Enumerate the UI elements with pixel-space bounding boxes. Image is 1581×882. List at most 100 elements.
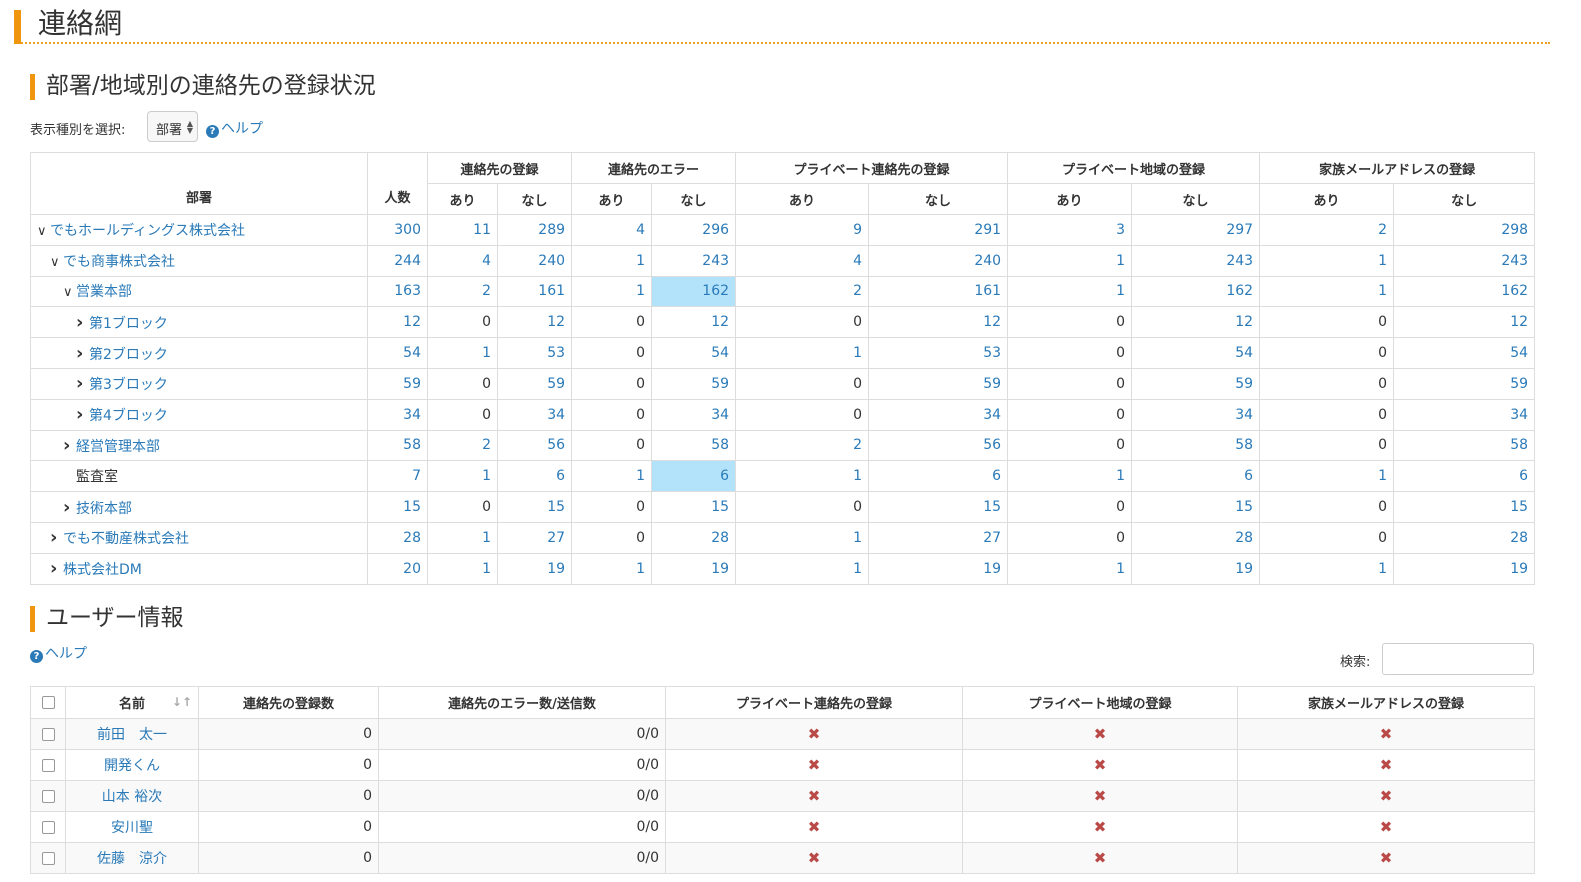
count-cell[interactable]: 161 (868, 275, 1009, 308)
count-cell[interactable]: 34 (496, 398, 573, 431)
count-cell[interactable]: 1 (1259, 552, 1395, 585)
count-cell[interactable]: 1 (427, 337, 498, 369)
header-name[interactable]: 名前 ↓↑ (65, 686, 199, 719)
count-cell[interactable]: 1 (571, 552, 653, 585)
row-checkbox[interactable] (41, 758, 55, 772)
dept-name[interactable]: 技術本部 (76, 501, 132, 517)
count-cell[interactable]: 19 (868, 552, 1009, 585)
row-checkbox[interactable] (41, 789, 55, 803)
count-cell[interactable]: 1 (735, 521, 870, 554)
chevron-down-icon[interactable]: ∨ (63, 285, 76, 300)
count-cell[interactable]: 1 (1007, 244, 1133, 277)
count-cell[interactable]: 19 (496, 552, 573, 585)
count-cell[interactable]: 1 (1259, 244, 1395, 277)
display-type-select[interactable]: 部署 ▲ ▼ (147, 111, 198, 142)
dept-name[interactable]: 第4ブロック (89, 408, 168, 424)
count-cell[interactable]: 6 (651, 460, 737, 493)
count-cell[interactable]: 58 (651, 429, 737, 462)
count-cell[interactable]: 54 (1131, 337, 1261, 369)
dept-name[interactable]: 第1ブロック (89, 316, 168, 332)
count-cell[interactable]: 6 (868, 460, 1009, 493)
header-private-region[interactable]: プライベート地域の登録 (962, 686, 1238, 719)
count-cell[interactable]: 34 (1131, 398, 1261, 431)
user-name-link[interactable]: 佐藤 涼介 (65, 842, 199, 874)
header-private-contact[interactable]: プライベート連絡先の登録 (665, 686, 963, 719)
count-cell[interactable]: 15 (868, 491, 1009, 523)
dept-name-cell[interactable]: ∨ でもホールディングス株式会社 (30, 214, 368, 246)
count-cell[interactable]: 59 (1131, 367, 1261, 400)
count-cell[interactable]: 12 (496, 306, 573, 339)
count-cell[interactable]: 1 (735, 552, 870, 585)
count-cell[interactable]: 54 (367, 337, 428, 369)
chevron-right-icon[interactable]: › (76, 343, 89, 364)
header-error-sent[interactable]: 連絡先のエラー数/送信数 (378, 686, 666, 719)
count-cell[interactable]: 1 (427, 552, 498, 585)
count-cell[interactable]: 12 (1393, 306, 1536, 339)
count-cell[interactable]: 27 (868, 521, 1009, 554)
help-link[interactable]: ? ヘルプ (206, 118, 263, 138)
count-cell[interactable]: 2 (735, 275, 870, 308)
count-cell[interactable]: 2 (735, 429, 870, 462)
count-cell[interactable]: 19 (1393, 552, 1536, 585)
count-cell[interactable]: 240 (496, 244, 573, 277)
count-cell[interactable]: 20 (367, 552, 428, 585)
count-cell[interactable]: 1 (735, 337, 870, 369)
count-cell[interactable]: 12 (367, 306, 428, 339)
count-cell[interactable]: 291 (868, 214, 1009, 246)
help-link-users[interactable]: ? ヘルプ (30, 643, 87, 663)
count-cell[interactable]: 34 (367, 398, 428, 431)
count-cell[interactable]: 56 (496, 429, 573, 462)
count-cell[interactable]: 12 (868, 306, 1009, 339)
row-checkbox-cell[interactable] (30, 718, 66, 750)
dept-name-cell[interactable]: › 第1ブロック (30, 306, 368, 339)
count-cell[interactable]: 6 (1131, 460, 1261, 493)
row-checkbox-cell[interactable] (30, 780, 66, 812)
count-cell[interactable]: 243 (651, 244, 737, 277)
count-cell[interactable]: 53 (496, 337, 573, 369)
chevron-down-icon[interactable]: ∨ (37, 224, 50, 239)
count-cell[interactable]: 289 (496, 214, 573, 246)
dept-name[interactable]: 第3ブロック (89, 377, 168, 393)
count-cell[interactable]: 300 (367, 214, 428, 246)
count-cell[interactable]: 243 (1393, 244, 1536, 277)
dept-name-cell[interactable]: › 第2ブロック (30, 337, 368, 369)
user-name-link[interactable]: 山本 裕次 (65, 780, 199, 812)
dept-name-cell[interactable]: › 経営管理本部 (30, 429, 368, 462)
header-contact-count[interactable]: 連絡先の登録数 (198, 686, 379, 719)
count-cell[interactable]: 27 (496, 521, 573, 554)
count-cell[interactable]: 59 (367, 367, 428, 400)
count-cell[interactable]: 11 (427, 214, 498, 246)
chevron-right-icon[interactable]: › (76, 404, 89, 425)
dept-name[interactable]: でもホールディングス株式会社 (50, 223, 245, 239)
count-cell[interactable]: 6 (1393, 460, 1536, 493)
count-cell[interactable]: 34 (868, 398, 1009, 431)
count-cell[interactable]: 34 (651, 398, 737, 431)
chevron-right-icon[interactable]: › (50, 558, 63, 579)
row-checkbox[interactable] (41, 851, 55, 865)
count-cell[interactable]: 15 (367, 491, 428, 523)
count-cell[interactable]: 1 (735, 460, 870, 493)
row-checkbox-cell[interactable] (30, 811, 66, 843)
count-cell[interactable]: 59 (496, 367, 573, 400)
dept-name[interactable]: 営業本部 (76, 284, 132, 300)
count-cell[interactable]: 161 (496, 275, 573, 308)
count-cell[interactable]: 59 (1393, 367, 1536, 400)
count-cell[interactable]: 7 (367, 460, 428, 493)
count-cell[interactable]: 1 (571, 460, 653, 493)
chevron-right-icon[interactable]: › (63, 435, 76, 456)
row-checkbox-cell[interactable] (30, 749, 66, 781)
count-cell[interactable]: 2 (427, 429, 498, 462)
count-cell[interactable]: 59 (868, 367, 1009, 400)
dept-name-cell[interactable]: ∨ 営業本部 (30, 275, 368, 308)
count-cell[interactable]: 243 (1131, 244, 1261, 277)
count-cell[interactable]: 54 (651, 337, 737, 369)
count-cell[interactable]: 1 (571, 275, 653, 308)
row-checkbox[interactable] (41, 727, 55, 741)
count-cell[interactable]: 1 (1007, 552, 1133, 585)
user-name-link[interactable]: 前田 太一 (65, 718, 199, 750)
count-cell[interactable]: 162 (1393, 275, 1536, 308)
count-cell[interactable]: 3 (1007, 214, 1133, 246)
count-cell[interactable]: 6 (496, 460, 573, 493)
search-input[interactable] (1382, 643, 1534, 675)
count-cell[interactable]: 58 (367, 429, 428, 462)
